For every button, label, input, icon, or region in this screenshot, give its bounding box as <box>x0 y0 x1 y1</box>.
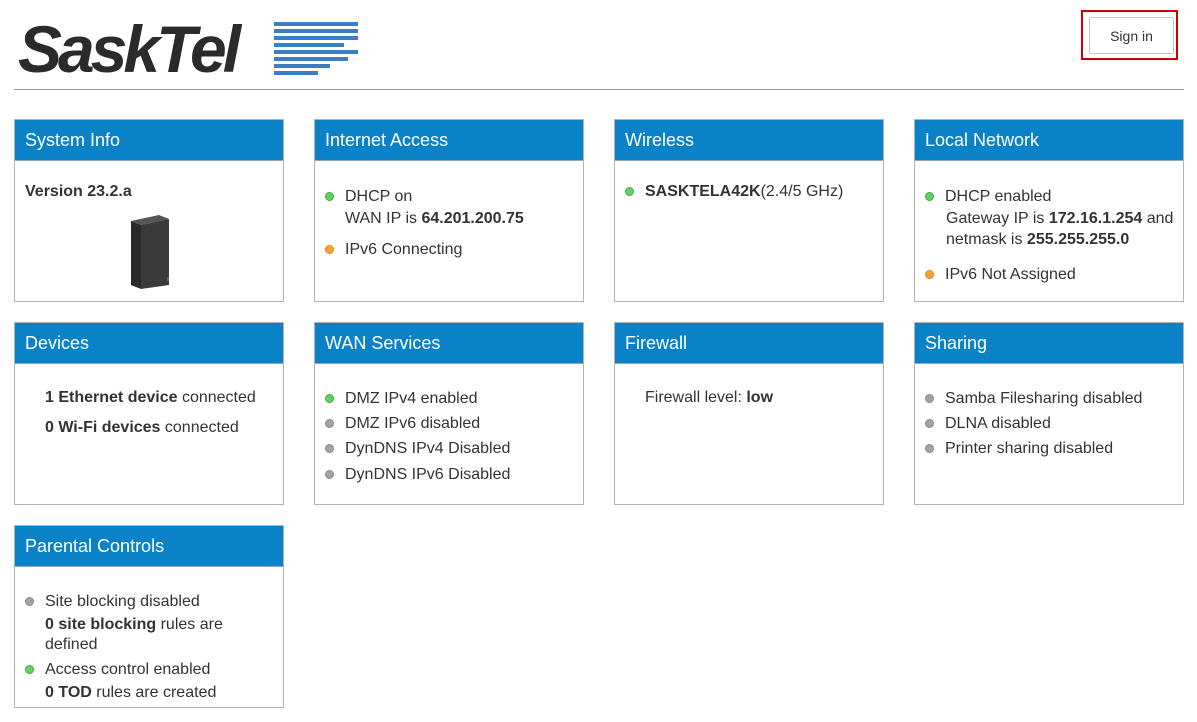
card-title: System Info <box>15 120 283 161</box>
card-title: Wireless <box>615 120 883 161</box>
status-gray-icon <box>325 444 334 453</box>
card-sharing[interactable]: Sharing Samba Filesharing disabled DLNA … <box>914 322 1184 505</box>
status-gray-icon <box>325 470 334 479</box>
status-gray-icon <box>25 597 34 606</box>
ssid: SASKTELA42K <box>645 183 761 200</box>
card-title: WAN Services <box>315 323 583 364</box>
status-green-icon <box>625 187 634 196</box>
sasktel-logo: SaskTel <box>18 12 363 86</box>
page-header: SaskTel <box>14 0 1184 90</box>
gateway-device-image <box>131 215 169 289</box>
logo-stripes-icon <box>274 22 358 75</box>
card-internet-access[interactable]: Internet Access DHCP on WAN IP is 64.201… <box>314 119 584 302</box>
card-system-info[interactable]: System Info Version 23.2.a <box>14 119 284 302</box>
status-green-icon <box>25 665 34 674</box>
status-green-icon <box>325 192 334 201</box>
card-wireless[interactable]: Wireless SASKTELA42K(2.4/5 GHz) <box>614 119 884 302</box>
card-title: Local Network <box>915 120 1183 161</box>
status-gray-icon <box>925 394 934 403</box>
status-orange-icon <box>925 270 934 279</box>
card-title: Devices <box>15 323 283 364</box>
logo-wordmark: SaskTel <box>18 12 241 86</box>
status-green-icon <box>925 192 934 201</box>
firmware-version: Version 23.2.a <box>25 183 132 200</box>
card-devices[interactable]: Devices 1 Ethernet device connected 0 Wi… <box>14 322 284 505</box>
status-gray-icon <box>925 444 934 453</box>
card-parental-controls[interactable]: Parental Controls Site blocking disabled… <box>14 525 284 708</box>
card-local-network[interactable]: Local Network DHCP enabled Gateway IP is… <box>914 119 1184 302</box>
status-gray-icon <box>325 419 334 428</box>
wifi-band: (2.4/5 GHz) <box>760 183 844 200</box>
card-title: Firewall <box>615 323 883 364</box>
card-wan-services[interactable]: WAN Services DMZ IPv4 enabled DMZ IPv6 d… <box>314 322 584 505</box>
card-title: Internet Access <box>315 120 583 161</box>
status-gray-icon <box>925 419 934 428</box>
card-title: Sharing <box>915 323 1183 364</box>
status-orange-icon <box>325 245 334 254</box>
sign-in-button[interactable]: Sign in <box>1089 17 1174 54</box>
card-firewall[interactable]: Firewall Firewall level: low <box>614 322 884 505</box>
status-green-icon <box>325 394 334 403</box>
card-title: Parental Controls <box>15 526 283 567</box>
